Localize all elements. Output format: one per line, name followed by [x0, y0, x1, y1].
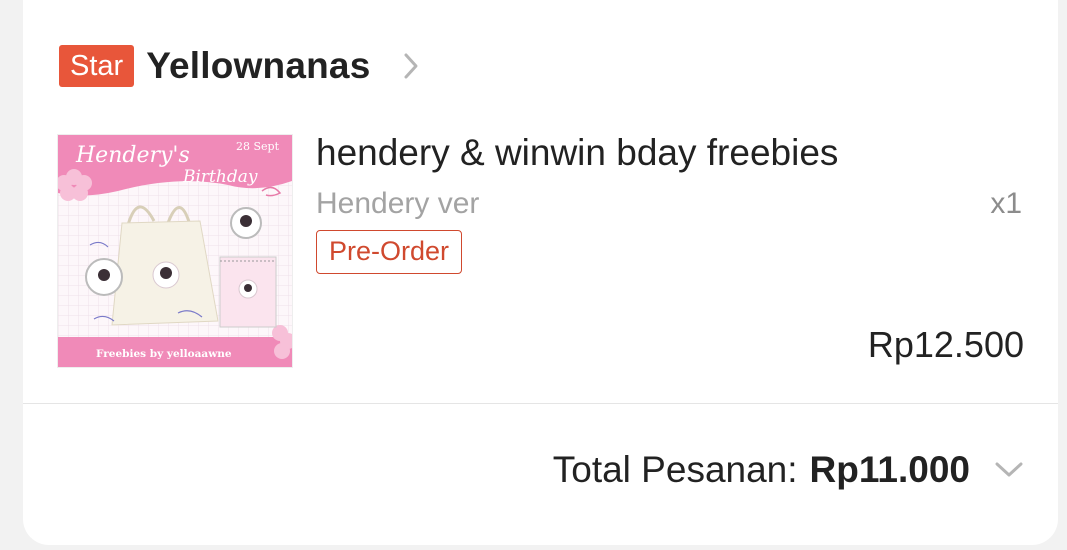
- image-footer: Freebies by yelloaawne: [96, 348, 232, 360]
- product-thumbnail[interactable]: Hendery's Birthday 28 Sept Freebies by y…: [57, 134, 293, 368]
- product-title[interactable]: hendery & winwin bday freebies: [316, 132, 838, 174]
- divider: [23, 403, 1058, 404]
- shop-header[interactable]: Star Yellownanas: [59, 44, 422, 88]
- image-heading-line2: Birthday: [182, 167, 258, 187]
- image-heading-line1: Hendery's: [75, 143, 190, 168]
- star-seller-badge: Star: [59, 45, 135, 87]
- shop-name[interactable]: Yellownanas: [146, 45, 370, 87]
- total-value: Rp11.000: [809, 449, 970, 490]
- chevron-right-icon[interactable]: [400, 51, 422, 81]
- total-label: Total Pesanan:: [552, 449, 798, 490]
- product-price: Rp12.500: [867, 324, 1024, 365]
- product-variant: Hendery ver: [316, 187, 480, 220]
- preorder-tag: Pre-Order: [316, 230, 463, 274]
- chevron-down-icon[interactable]: [992, 455, 1026, 485]
- order-card: Star Yellownanas Hendery's Birthday 28 S…: [23, 0, 1058, 545]
- product-quantity: x1: [990, 187, 1022, 220]
- order-total-row[interactable]: Total Pesanan: Rp11.000: [553, 446, 1026, 494]
- image-date: 28 Sept: [236, 140, 280, 153]
